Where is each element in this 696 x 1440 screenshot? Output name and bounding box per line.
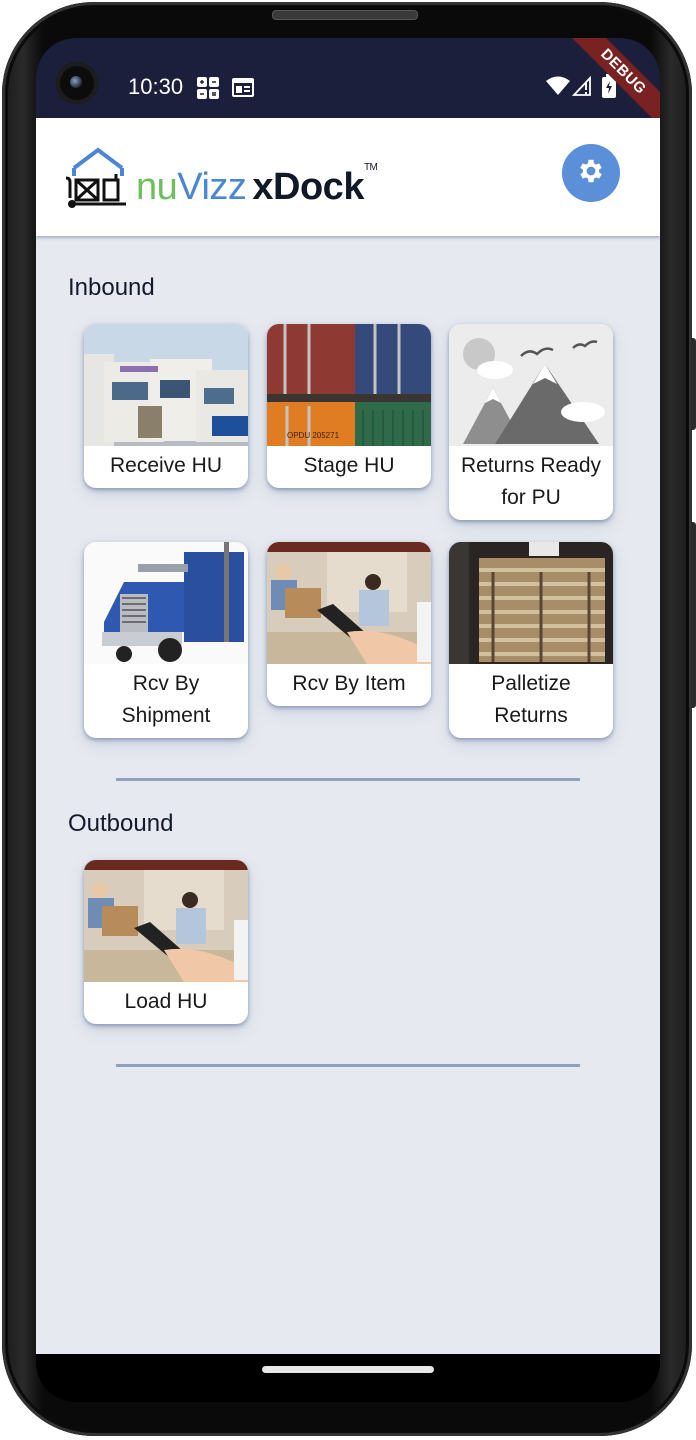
tile-receive-hu[interactable]: Receive HU bbox=[84, 324, 248, 488]
tile-label: Returns Ready for PU bbox=[460, 454, 602, 509]
blue-truck-photo bbox=[84, 542, 248, 664]
tile-stage-hu[interactable]: OPDU 205271 Stage HU bbox=[267, 324, 431, 488]
brand-vizz: Vizz bbox=[177, 166, 247, 208]
section-divider bbox=[116, 778, 580, 781]
warehouse-tablet-photo bbox=[267, 542, 431, 664]
brand-name: nuVizz xDockTM bbox=[136, 162, 378, 209]
settings-button[interactable] bbox=[562, 144, 620, 202]
tile-label: Load HU bbox=[124, 990, 208, 1013]
tile-label: Palletize Returns bbox=[491, 672, 571, 727]
brand-product: xDock bbox=[252, 166, 364, 208]
tile-label: Rcv By Shipment bbox=[121, 672, 211, 727]
section-title-inbound: Inbound bbox=[68, 274, 155, 301]
pallets-photo bbox=[449, 542, 613, 664]
trademark: TM bbox=[363, 162, 378, 173]
navigation-bar bbox=[36, 1354, 660, 1402]
cell-signal-icon bbox=[571, 75, 594, 101]
main-content: Inbound Receive HU OPDU 205271 Stage HU … bbox=[36, 236, 660, 1354]
placeholder-landscape-icon bbox=[449, 324, 613, 446]
gear-icon bbox=[576, 156, 606, 191]
home-indicator[interactable] bbox=[262, 1366, 434, 1373]
tile-palletize-returns[interactable]: Palletize Returns bbox=[449, 542, 613, 738]
tile-rcv-by-shipment[interactable]: Rcv By Shipment bbox=[84, 542, 248, 738]
tile-label: Rcv By Item bbox=[292, 672, 406, 695]
power-button bbox=[691, 522, 696, 708]
tile-returns-ready-for-pu[interactable]: Returns Ready for PU bbox=[449, 324, 613, 520]
section-title-outbound: Outbound bbox=[68, 810, 174, 837]
earpiece-speaker bbox=[272, 10, 418, 20]
calendar-icon bbox=[232, 76, 254, 103]
status-bar: 10:30 DEBUG bbox=[36, 38, 660, 134]
section-divider bbox=[116, 1064, 580, 1067]
containers-photo: OPDU 205271 bbox=[267, 324, 431, 446]
tile-label: Stage HU bbox=[303, 454, 395, 477]
volume-button bbox=[691, 338, 696, 430]
app-bar: nuVizz xDockTM bbox=[36, 118, 660, 236]
status-time: 10:30 bbox=[128, 74, 184, 99]
svg-text:OPDU 205271: OPDU 205271 bbox=[287, 431, 340, 440]
tile-load-hu[interactable]: Load HU bbox=[84, 860, 248, 1024]
trucks-photo bbox=[84, 324, 248, 446]
warehouse-tablet-photo bbox=[84, 860, 248, 982]
warehouse-logo-icon bbox=[64, 146, 130, 215]
brand-nu: nu bbox=[136, 166, 178, 208]
tile-label: Receive HU bbox=[109, 454, 223, 477]
front-camera bbox=[56, 62, 98, 104]
tile-rcv-by-item[interactable]: Rcv By Item bbox=[267, 542, 431, 706]
wifi-icon bbox=[546, 76, 570, 101]
screen: 10:30 DEBUG nuVizz xDockTM Inbound Recei… bbox=[36, 38, 660, 1402]
calculator-icon bbox=[196, 76, 220, 105]
